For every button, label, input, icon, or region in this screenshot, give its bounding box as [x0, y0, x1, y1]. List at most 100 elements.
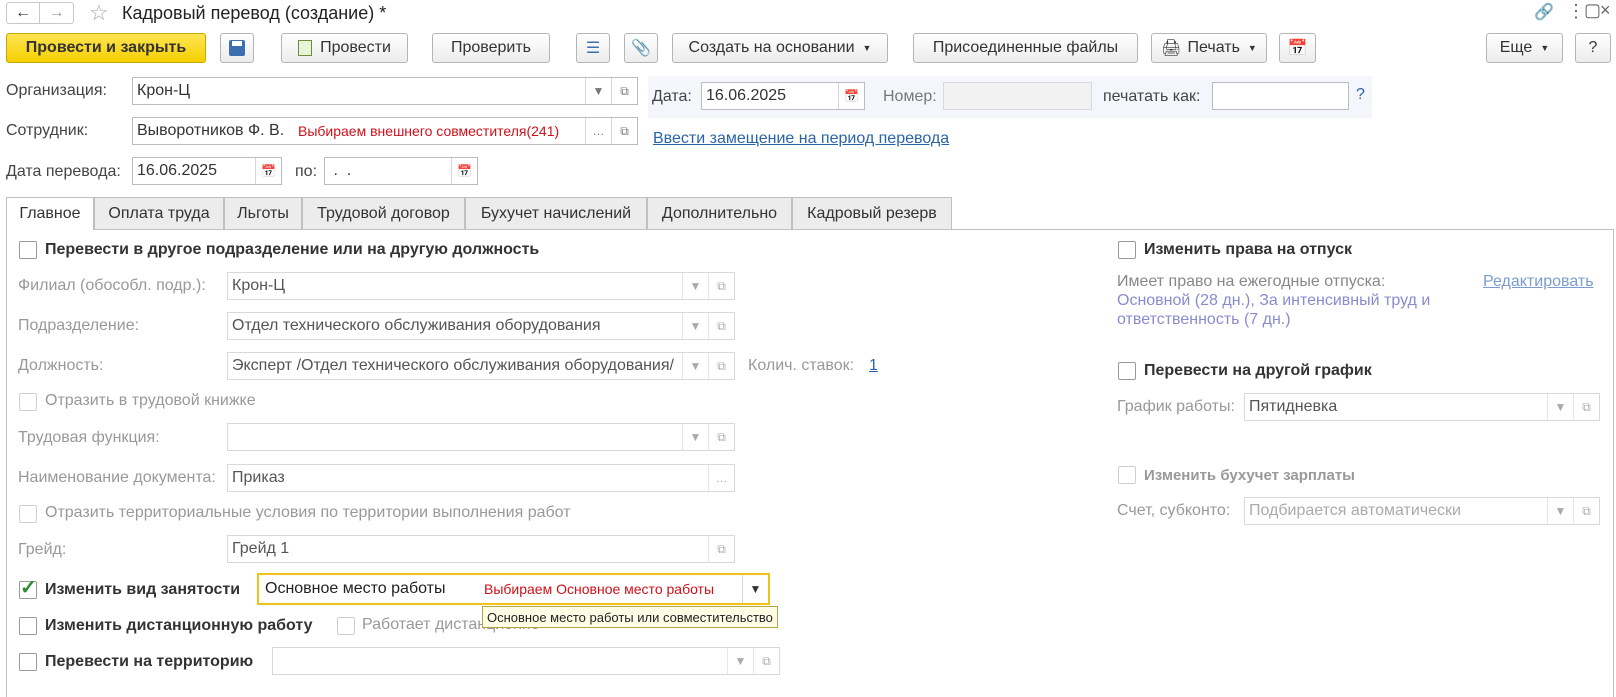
post-and-close-button[interactable]: Провести и закрыть [6, 33, 206, 63]
create-based-button[interactable]: Создать на основании ▼ [672, 33, 888, 63]
employment-type-value: Основное место работы [265, 580, 446, 597]
employment-type-field[interactable]: Основное место работы Выбираем Основное … [257, 573, 770, 605]
calendar-icon[interactable]: 📅 [838, 83, 864, 109]
territory-checkbox[interactable] [19, 653, 37, 671]
position-field[interactable]: Эксперт /Отдел технического обслуживания… [227, 352, 735, 380]
grade-field[interactable]: Грейд 1 ⧉ [227, 535, 735, 563]
attached-files-label: Присоединенные файлы [932, 39, 1119, 56]
dropdown-icon[interactable]: ▼ [682, 424, 708, 450]
remote-label: Изменить дистанционную работу [45, 617, 313, 634]
chevron-down-icon: ▼ [862, 43, 872, 53]
back-button[interactable]: ← [6, 2, 40, 24]
print-as-field[interactable] [1212, 82, 1349, 110]
edit-link[interactable]: Редактировать [1483, 273, 1594, 291]
tab-pay[interactable]: Оплата труда [94, 197, 224, 229]
tab-accounting[interactable]: Бухучет начислений [465, 197, 647, 229]
arrow-left-icon: ← [15, 4, 31, 21]
labor-function-field[interactable]: ▼ ⧉ [227, 423, 735, 451]
branch-field[interactable]: Крон-Ц ▼ ⧉ [227, 272, 735, 300]
check-button[interactable]: Проверить [432, 33, 550, 63]
tab-main[interactable]: Главное [6, 197, 94, 230]
dropdown-icon[interactable]: ▼ [1547, 394, 1573, 420]
open-icon[interactable]: ⧉ [611, 118, 637, 144]
vacation-checkbox[interactable] [1118, 241, 1136, 259]
calendar-icon[interactable]: 📅 [255, 158, 281, 184]
print-as-label: печатать как: [1103, 88, 1201, 105]
tab-label: Дополнительно [661, 204, 778, 222]
account-field[interactable]: Подбирается автоматически ▼ ⧉ [1244, 497, 1600, 525]
grade-value: Грейд 1 [232, 540, 290, 557]
document-clock-icon: 📅 [1287, 40, 1308, 57]
work-schedule-field[interactable]: Пятидневка ▼ ⧉ [1244, 393, 1600, 421]
open-icon[interactable]: ⧉ [753, 648, 779, 674]
position-label: Должность: [18, 357, 104, 374]
open-icon[interactable]: ⧉ [1573, 394, 1599, 420]
tab-label: Трудовой договор [317, 204, 450, 222]
open-icon[interactable]: ⧉ [708, 536, 734, 562]
employee-field[interactable]: Выворотников Ф. В. Выбираем внешнего сов… [132, 117, 638, 145]
list-button[interactable]: ☰ [576, 33, 610, 63]
open-icon[interactable]: ⧉ [708, 273, 734, 299]
open-icon[interactable]: ⧉ [708, 353, 734, 379]
tab-active-gap [7, 228, 93, 231]
open-icon[interactable]: ⧉ [611, 78, 637, 104]
rates-value[interactable]: 1 [869, 357, 878, 375]
tab-additional[interactable]: Дополнительно [647, 197, 792, 229]
dropdown-icon[interactable]: ▼ [742, 575, 768, 603]
forward-button[interactable]: → [40, 2, 74, 24]
link-icon[interactable]: 🔗 [1534, 2, 1554, 22]
dept-value: Отдел технического обслуживания оборудов… [232, 317, 601, 334]
tab-reserve[interactable]: Кадровый резерв [792, 197, 952, 229]
more-button[interactable]: Еще ▼ [1486, 33, 1563, 63]
save-button[interactable] [220, 33, 254, 63]
more-vert-icon[interactable]: ⋮ [1567, 1, 1585, 22]
tab-contract[interactable]: Трудовой договор [302, 197, 465, 229]
number-field[interactable] [943, 82, 1092, 110]
territory-field[interactable]: ▼ ⧉ [272, 647, 780, 675]
maximize-icon[interactable]: ▢ [1584, 0, 1601, 21]
accounting-checkbox[interactable] [1118, 466, 1136, 484]
to-date-field[interactable]: . . 📅 [324, 157, 478, 185]
date-value: 16.06.2025 [706, 87, 787, 104]
doc-name-field[interactable]: Приказ … [227, 464, 735, 492]
dropdown-icon[interactable]: ▼ [682, 273, 708, 299]
attached-files-button[interactable]: Присоединенные файлы [913, 33, 1138, 63]
post-button[interactable]: Провести [281, 33, 408, 63]
open-icon[interactable]: ⧉ [1573, 498, 1599, 524]
dropdown-icon[interactable]: ▼ [1547, 498, 1573, 524]
schedule-checkbox[interactable] [1118, 362, 1136, 380]
close-icon[interactable]: × [1600, 0, 1611, 21]
help-button[interactable]: ? [1575, 33, 1611, 63]
attach-button[interactable]: 📎 [624, 33, 658, 63]
territorial-checkbox[interactable] [19, 505, 37, 523]
create-based-label: Создать на основании [688, 39, 855, 56]
remote-checkbox[interactable] [19, 617, 37, 635]
org-field[interactable]: Крон-Ц ▼ ⧉ [132, 77, 638, 105]
select-icon[interactable]: … [708, 465, 734, 491]
accounting-label: Изменить бухучет зарплаты [1144, 467, 1355, 484]
substitution-link[interactable]: Ввести замещение на период перевода [653, 130, 949, 148]
more-label: Еще [1499, 39, 1533, 56]
vacation-line-2: ответственность (7 дн.) [1117, 311, 1291, 328]
print-button[interactable]: 🖨 Печать ▼ [1151, 33, 1267, 63]
help-question-icon[interactable]: ? [1356, 86, 1365, 104]
date-field[interactable]: 16.06.2025 📅 [701, 82, 865, 110]
dropdown-icon[interactable]: ▼ [682, 313, 708, 339]
dept-field[interactable]: Отдел технического обслуживания оборудов… [227, 312, 735, 340]
calendar-icon[interactable]: 📅 [451, 158, 477, 184]
transfer-date-field[interactable]: 16.06.2025 📅 [132, 157, 282, 185]
calendar-doc-button[interactable]: 📅 [1279, 33, 1316, 63]
open-icon[interactable]: ⧉ [708, 424, 734, 450]
dropdown-icon[interactable]: ▼ [682, 353, 708, 379]
dropdown-icon[interactable]: ▼ [727, 648, 753, 674]
tab-label: Кадровый резерв [807, 204, 937, 222]
tab-benefits[interactable]: Льготы [224, 197, 302, 229]
open-icon[interactable]: ⧉ [708, 313, 734, 339]
dropdown-icon[interactable]: ▼ [585, 78, 611, 104]
workbook-checkbox[interactable] [19, 393, 37, 411]
star-icon[interactable]: ☆ [89, 0, 109, 26]
employment-type-checkbox[interactable]: ✓ [19, 577, 37, 599]
transfer-dept-checkbox[interactable] [19, 241, 37, 259]
works-remote-checkbox[interactable] [337, 617, 355, 635]
select-icon[interactable]: … [585, 118, 611, 144]
